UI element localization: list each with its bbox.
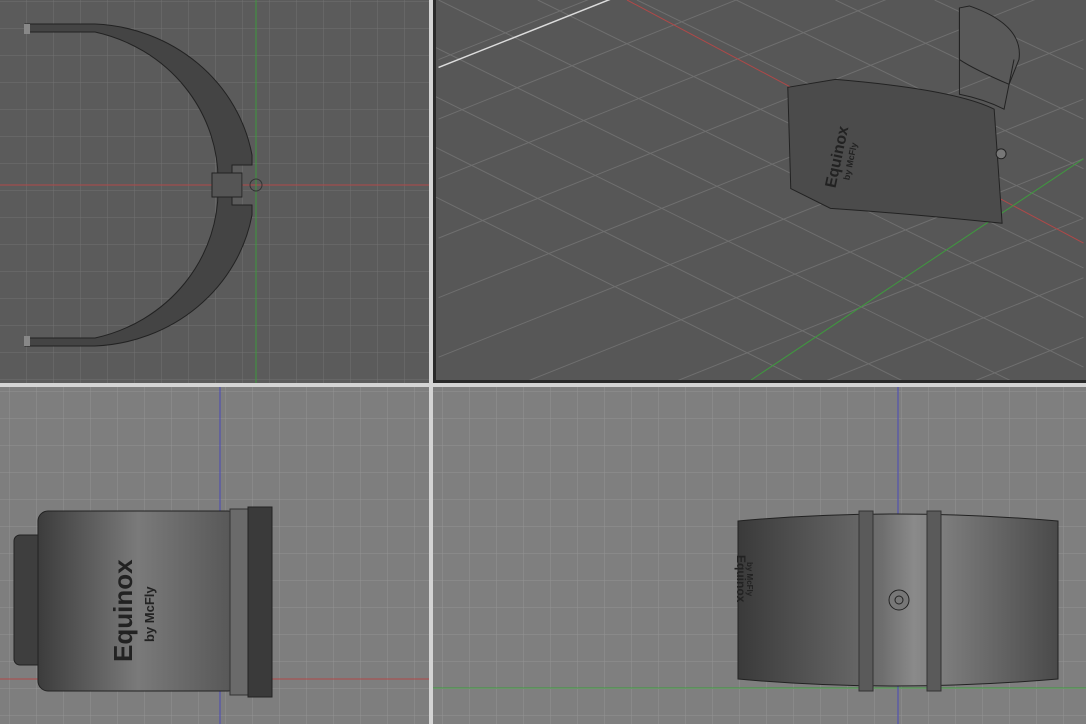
- viewport-right[interactable]: Equinox by McFly: [433, 387, 1086, 724]
- model-perspective: Equinox by McFly: [787, 5, 1020, 224]
- right-view-canvas: Equinox by McFly: [433, 387, 1086, 724]
- perspective-canvas: Equinox by McFly: [436, 0, 1084, 380]
- viewport-top[interactable]: [0, 0, 429, 383]
- engraving-byline: by McFly: [142, 586, 157, 642]
- model-front: Equinox by McFly: [13, 506, 273, 698]
- model-right: Equinox by McFly: [734, 510, 1059, 692]
- engraving-brand: Equinox: [108, 559, 138, 662]
- viewport-front[interactable]: Equinox by McFly: [0, 387, 429, 724]
- front-view-canvas: Equinox by McFly: [0, 387, 429, 724]
- top-view-canvas: [0, 0, 429, 383]
- engraving-byline: by McFly: [745, 562, 754, 597]
- viewport-perspective[interactable]: Equinox by McFly: [433, 0, 1086, 383]
